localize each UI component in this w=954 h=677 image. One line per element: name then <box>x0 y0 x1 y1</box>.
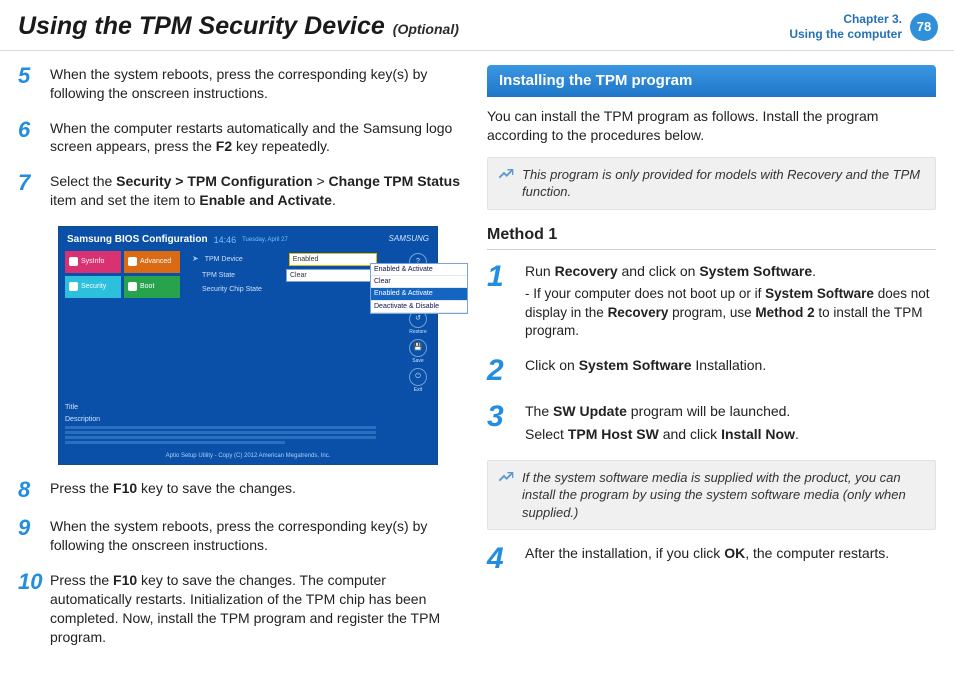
step-10: 10 Press the F10 key to save the changes… <box>18 571 467 647</box>
step-number: 8 <box>18 479 40 501</box>
bios-option: Deactivate & Disable <box>371 301 467 313</box>
bios-desc-title: Title <box>65 403 431 412</box>
bios-tile-sysinfo: SysInfo <box>65 251 121 273</box>
note-text: This program is only provided for models… <box>522 166 925 201</box>
method1-step-2: 2 Click on System Software Installation. <box>487 356 936 386</box>
bios-label: Security Chip State <box>202 285 280 294</box>
note-text: If the system software media is supplied… <box>522 469 925 522</box>
note-icon <box>498 167 514 201</box>
section-heading: Installing the TPM program <box>487 65 936 97</box>
step-text: When the system reboots, press the corre… <box>50 65 467 103</box>
step-number: 2 <box>487 356 515 386</box>
bios-title: Samsung BIOS Configuration <box>67 233 208 247</box>
chapter-text: Chapter 3. Using the computer <box>789 12 902 41</box>
bios-date: Tuesday, April 27 <box>242 236 288 244</box>
step-subtext: - If your computer does not boot up or i… <box>525 285 936 340</box>
step-6: 6 When the computer restarts automatical… <box>18 119 467 157</box>
bios-label: TPM State <box>202 271 280 280</box>
bios-desc-line <box>65 431 376 434</box>
step-text: Press the F10 key to save the changes. T… <box>50 571 467 647</box>
bios-main: SysInfo Advanced Security Boot ➤ TPM Dev… <box>59 251 437 400</box>
gear-icon <box>128 257 137 266</box>
bios-desc-line <box>65 436 376 439</box>
step-number: 7 <box>18 172 40 210</box>
bios-label: TPM Device <box>205 255 283 264</box>
page-number-badge: 78 <box>910 13 938 41</box>
step-text: Press the F10 key to save the changes. <box>50 479 296 501</box>
bios-value: Clear <box>286 269 374 282</box>
chapter-line1: Chapter 3. <box>789 12 902 26</box>
bios-tile-boot: Boot <box>124 276 180 298</box>
left-column: 5 When the system reboots, press the cor… <box>18 65 467 663</box>
bios-screenshot: Samsung BIOS Configuration 14:46 Tuesday… <box>58 226 438 465</box>
bios-tile-advanced: Advanced <box>124 251 180 273</box>
page-header: Using the TPM Security Device (Optional)… <box>0 0 954 51</box>
arrow-icon: ➤ <box>192 254 199 265</box>
method1-step-3: 3 The SW Update program will be launched… <box>487 402 936 444</box>
note-box-1: This program is only provided for models… <box>487 157 936 210</box>
step-number: 3 <box>487 402 515 444</box>
save-icon: 💾 <box>409 339 427 357</box>
bios-desc-label: Description <box>65 415 431 424</box>
step-text: When the system reboots, press the corre… <box>50 517 467 555</box>
bios-option: Clear <box>371 276 467 288</box>
body-columns: 5 When the system reboots, press the cor… <box>0 51 954 663</box>
step-number: 6 <box>18 119 40 157</box>
bios-desc-line <box>65 441 285 444</box>
bios-time: 14:46 <box>214 234 237 246</box>
chapter-block: Chapter 3. Using the computer 78 <box>789 12 938 41</box>
lock-icon <box>69 282 78 291</box>
step-text: After the installation, if you click OK,… <box>525 544 889 574</box>
step-text: When the computer restarts automatically… <box>50 119 467 157</box>
step-7: 7 Select the Security > TPM Configuratio… <box>18 172 467 210</box>
title-group: Using the TPM Security Device (Optional) <box>18 10 459 44</box>
bios-footer: Aptio Setup Utility - Copy (C) 2012 Amer… <box>59 446 437 464</box>
bios-row-state: TPM State Clear <box>192 269 399 282</box>
page-subtitle: (Optional) <box>393 20 459 39</box>
bios-tiles: SysInfo Advanced Security Boot <box>65 251 180 394</box>
step-text: The SW Update program will be launched. … <box>525 402 799 444</box>
bios-logo: SAMSUNG <box>389 234 429 245</box>
bios-description: Title Description <box>65 403 431 444</box>
bios-center: ➤ TPM Device Enabled TPM State Clear Sec… <box>184 251 401 394</box>
step-number: 4 <box>487 544 515 574</box>
bios-titlebar: Samsung BIOS Configuration 14:46 Tuesday… <box>59 227 437 251</box>
bios-desc-line <box>65 426 376 429</box>
bios-dropdown: Enabled & Activate Clear Enabled & Activ… <box>370 263 468 315</box>
step-8: 8 Press the F10 key to save the changes. <box>18 479 467 501</box>
step-text: Run Recovery and click on System Softwar… <box>525 262 936 340</box>
step-text: Select the Security > TPM Configuration … <box>50 172 467 210</box>
bios-tile-security: Security <box>65 276 121 298</box>
step-number: 5 <box>18 65 40 103</box>
section-intro: You can install the TPM program as follo… <box>487 107 936 145</box>
step-5: 5 When the system reboots, press the cor… <box>18 65 467 103</box>
method1-step-4: 4 After the installation, if you click O… <box>487 544 936 574</box>
method1-step-1: 1 Run Recovery and click on System Softw… <box>487 262 936 340</box>
method-1-title: Method 1 <box>487 224 936 246</box>
bios-option: Enabled & Activate <box>371 264 467 276</box>
note-icon <box>498 470 514 522</box>
step-number: 10 <box>18 571 40 647</box>
home-icon <box>69 257 78 266</box>
bios-value: Enabled <box>289 253 377 266</box>
step-number: 9 <box>18 517 40 555</box>
page-title: Using the TPM Security Device <box>18 10 385 44</box>
bios-row-device: ➤ TPM Device Enabled <box>192 253 399 266</box>
step-text: Click on System Software Installation. <box>525 356 766 386</box>
right-column: Installing the TPM program You can insta… <box>487 65 936 663</box>
bios-option-selected: Enabled & Activate <box>371 288 467 300</box>
chapter-line2: Using the computer <box>789 27 902 41</box>
step-number: 1 <box>487 262 515 340</box>
boot-icon <box>128 282 137 291</box>
divider <box>487 249 936 250</box>
exit-icon: ⏻ <box>409 368 427 386</box>
bios-row-chip: Security Chip State <box>192 285 399 294</box>
step-9: 9 When the system reboots, press the cor… <box>18 517 467 555</box>
note-box-2: If the system software media is supplied… <box>487 460 936 531</box>
